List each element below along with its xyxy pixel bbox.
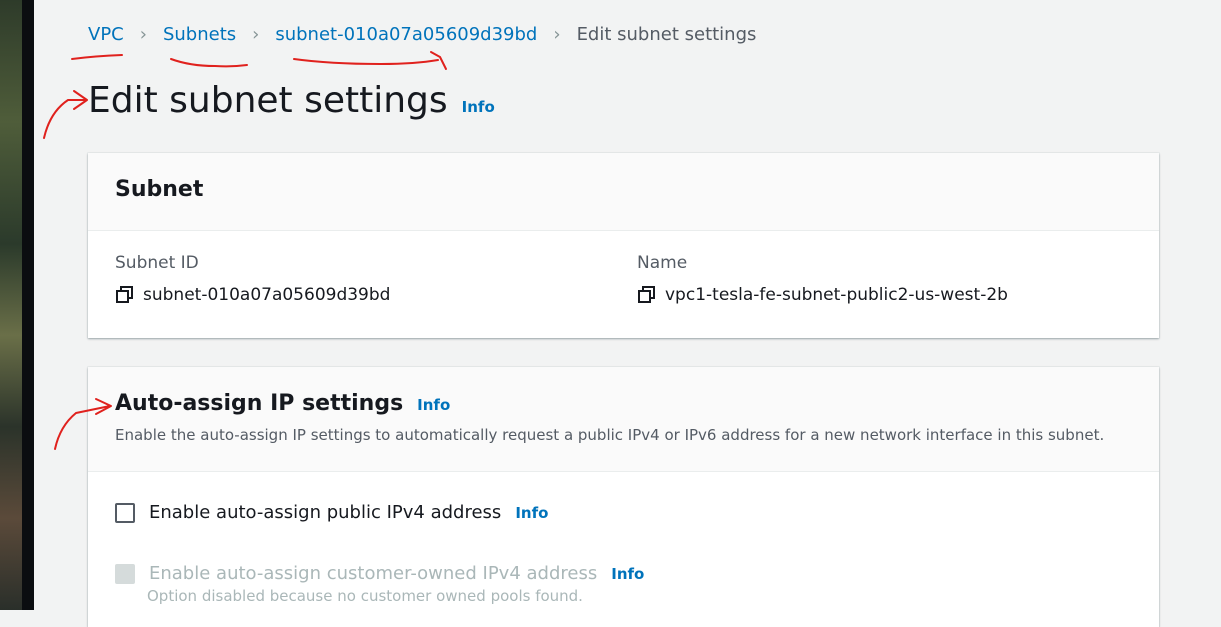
breadcrumb-current: Edit subnet settings [576,24,757,45]
subnet-panel: Subnet Subnet ID subnet-010a07a05609d39b… [88,153,1159,338]
breadcrumb-subnets[interactable]: Subnets [163,24,236,45]
auto-assign-description: Enable the auto-assign IP settings to au… [115,426,1105,444]
subnet-name-value: vpc1-tesla-fe-subnet-public2-us-west-2b [665,285,1008,305]
breadcrumb-subnet-id[interactable]: subnet-010a07a05609d39bd [275,24,537,45]
customer-owned-ipv4-label: Enable auto-assign customer-owned IPv4 a… [149,563,598,584]
customer-owned-ipv4-hint: Option disabled because no customer owne… [147,587,583,605]
public-ipv4-checkbox[interactable] [115,502,135,523]
subnet-name-label: Name [637,253,688,273]
customer-owned-ipv4-option: Enable auto-assign customer-owned IPv4 a… [115,563,644,584]
chevron-right-icon: › [553,24,561,45]
breadcrumb-vpc[interactable]: VPC [88,24,124,45]
public-ipv4-info-link[interactable]: Info [515,504,548,522]
subnet-id-value-row: subnet-010a07a05609d39bd [115,285,390,305]
auto-assign-info-link[interactable]: Info [417,396,450,414]
auto-assign-title: Auto-assign IP settings [115,391,404,416]
subnet-id-label: Subnet ID [115,253,199,273]
subnet-panel-title: Subnet [115,177,204,202]
copy-icon[interactable] [115,285,135,305]
public-ipv4-option[interactable]: Enable auto-assign public IPv4 address I… [115,502,548,523]
window-edge [22,0,34,610]
subnet-id-value: subnet-010a07a05609d39bd [143,285,391,305]
background-photo-strip [0,0,22,610]
page-title: Edit subnet settings [88,80,448,121]
page-info-link[interactable]: Info [462,98,495,116]
subnet-name-field: Name vpc1-tesla-fe-subnet-public2-us-wes… [637,253,1008,305]
chevron-right-icon: › [139,24,147,45]
auto-assign-panel: Auto-assign IP settings Info Enable the … [88,367,1159,627]
subnet-id-field: Subnet ID subnet-010a07a05609d39bd [115,253,390,305]
public-ipv4-label[interactable]: Enable auto-assign public IPv4 address [149,502,501,523]
subnet-panel-header: Subnet [88,153,1159,231]
customer-owned-ipv4-checkbox [115,563,135,584]
chevron-right-icon: › [252,24,260,45]
copy-icon[interactable] [637,285,657,305]
auto-assign-panel-header: Auto-assign IP settings Info Enable the … [88,367,1159,472]
page: VPC › Subnets › subnet-010a07a05609d39bd… [34,0,1221,627]
subnet-name-value-row: vpc1-tesla-fe-subnet-public2-us-west-2b [637,285,1008,305]
breadcrumb: VPC › Subnets › subnet-010a07a05609d39bd… [88,24,756,45]
page-header: Edit subnet settings Info [88,80,495,121]
customer-owned-ipv4-info-link[interactable]: Info [611,565,644,583]
auto-assign-title-row: Auto-assign IP settings Info [115,391,450,416]
